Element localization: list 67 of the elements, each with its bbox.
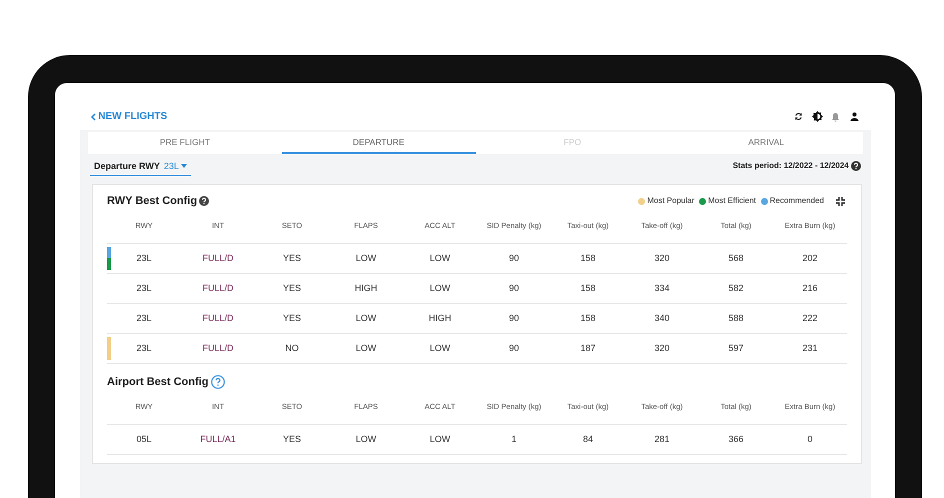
table-cell: YES — [255, 424, 329, 454]
collapse-icon[interactable] — [833, 194, 847, 208]
table-cell: 158 — [551, 303, 625, 334]
table-cell: 334 — [625, 273, 699, 304]
section-title: RWY Best Config — [107, 194, 198, 209]
tab[interactable]: ARRIVAL — [669, 132, 863, 154]
table-cell: LOW — [403, 333, 477, 364]
tab[interactable]: DEPARTURE — [282, 132, 476, 154]
table-cell: 90 — [477, 273, 551, 304]
table-cell: 320 — [625, 243, 699, 274]
legend-label: Recommended — [770, 195, 824, 207]
table-cell: 90 — [477, 303, 551, 334]
table-cell: LOW — [329, 424, 403, 454]
table-cell: 568 — [699, 243, 773, 274]
table-cell: YES — [255, 273, 329, 304]
table-cell: 1 — [477, 424, 551, 454]
table-cell: FULL/D — [181, 303, 255, 334]
table-cell: FULL/D — [181, 243, 255, 274]
table-cell: 158 — [551, 273, 625, 304]
table-cell: LOW — [403, 273, 477, 304]
table-cell: 281 — [625, 424, 699, 454]
table-cell: 187 — [551, 333, 625, 364]
table-cell: FULL/D — [181, 333, 255, 364]
table-cell: LOW — [329, 303, 403, 334]
table-cell: LOW — [403, 424, 477, 454]
table-cell: NO — [255, 333, 329, 364]
table-cell: 588 — [699, 303, 773, 334]
table-cell: 582 — [699, 273, 773, 304]
legend-label: Most Popular — [647, 195, 694, 207]
table-cell: LOW — [329, 243, 403, 274]
table-cell: 231 — [773, 333, 847, 364]
caret-icon — [181, 164, 188, 168]
table-cell: 366 — [699, 424, 773, 454]
table-cell: 340 — [625, 303, 699, 334]
table-cell: FULL/A1 — [181, 424, 255, 454]
legend-label: Most Efficient — [708, 195, 756, 207]
table-cell: 90 — [477, 333, 551, 364]
table-cell: HIGH — [403, 303, 477, 334]
table-cell: 202 — [773, 243, 847, 274]
theme-icon[interactable] — [810, 110, 824, 124]
table-cell: 320 — [625, 333, 699, 364]
table-cell: 84 — [551, 424, 625, 454]
table-cell: 23L — [107, 243, 181, 274]
section-title: Airport Best Config — [107, 374, 208, 390]
help-icon[interactable] — [851, 160, 861, 171]
table-cell: FULL/D — [181, 273, 255, 304]
table-cell: YES — [255, 243, 329, 274]
chevron-left-icon — [90, 112, 96, 120]
table-cell: 23L — [107, 273, 181, 304]
tab[interactable]: PRE FLIGHT — [88, 132, 282, 154]
table-cell: 23L — [107, 303, 181, 334]
runway-dropdown[interactable]: Departure RWY 23L — [90, 160, 192, 176]
table-cell: 216 — [773, 273, 847, 304]
table-cell: 158 — [551, 243, 625, 274]
table-cell: 90 — [477, 243, 551, 274]
back-link[interactable]: NEW FLIGHTS — [90, 109, 168, 124]
table-cell: LOW — [329, 333, 403, 364]
table-cell: 05L — [107, 424, 181, 454]
table-cell: YES — [255, 303, 329, 334]
table-cell: HIGH — [329, 273, 403, 304]
table-cell: 597 — [699, 333, 773, 364]
table-cell: LOW — [403, 243, 477, 274]
table-cell: 0 — [773, 424, 847, 454]
table-cell: 23L — [107, 333, 181, 364]
stats-period: Stats period: 12/2022 - 12/2024 — [732, 160, 849, 172]
help-icon[interactable] — [199, 196, 210, 206]
table-cell: 222 — [773, 303, 847, 334]
